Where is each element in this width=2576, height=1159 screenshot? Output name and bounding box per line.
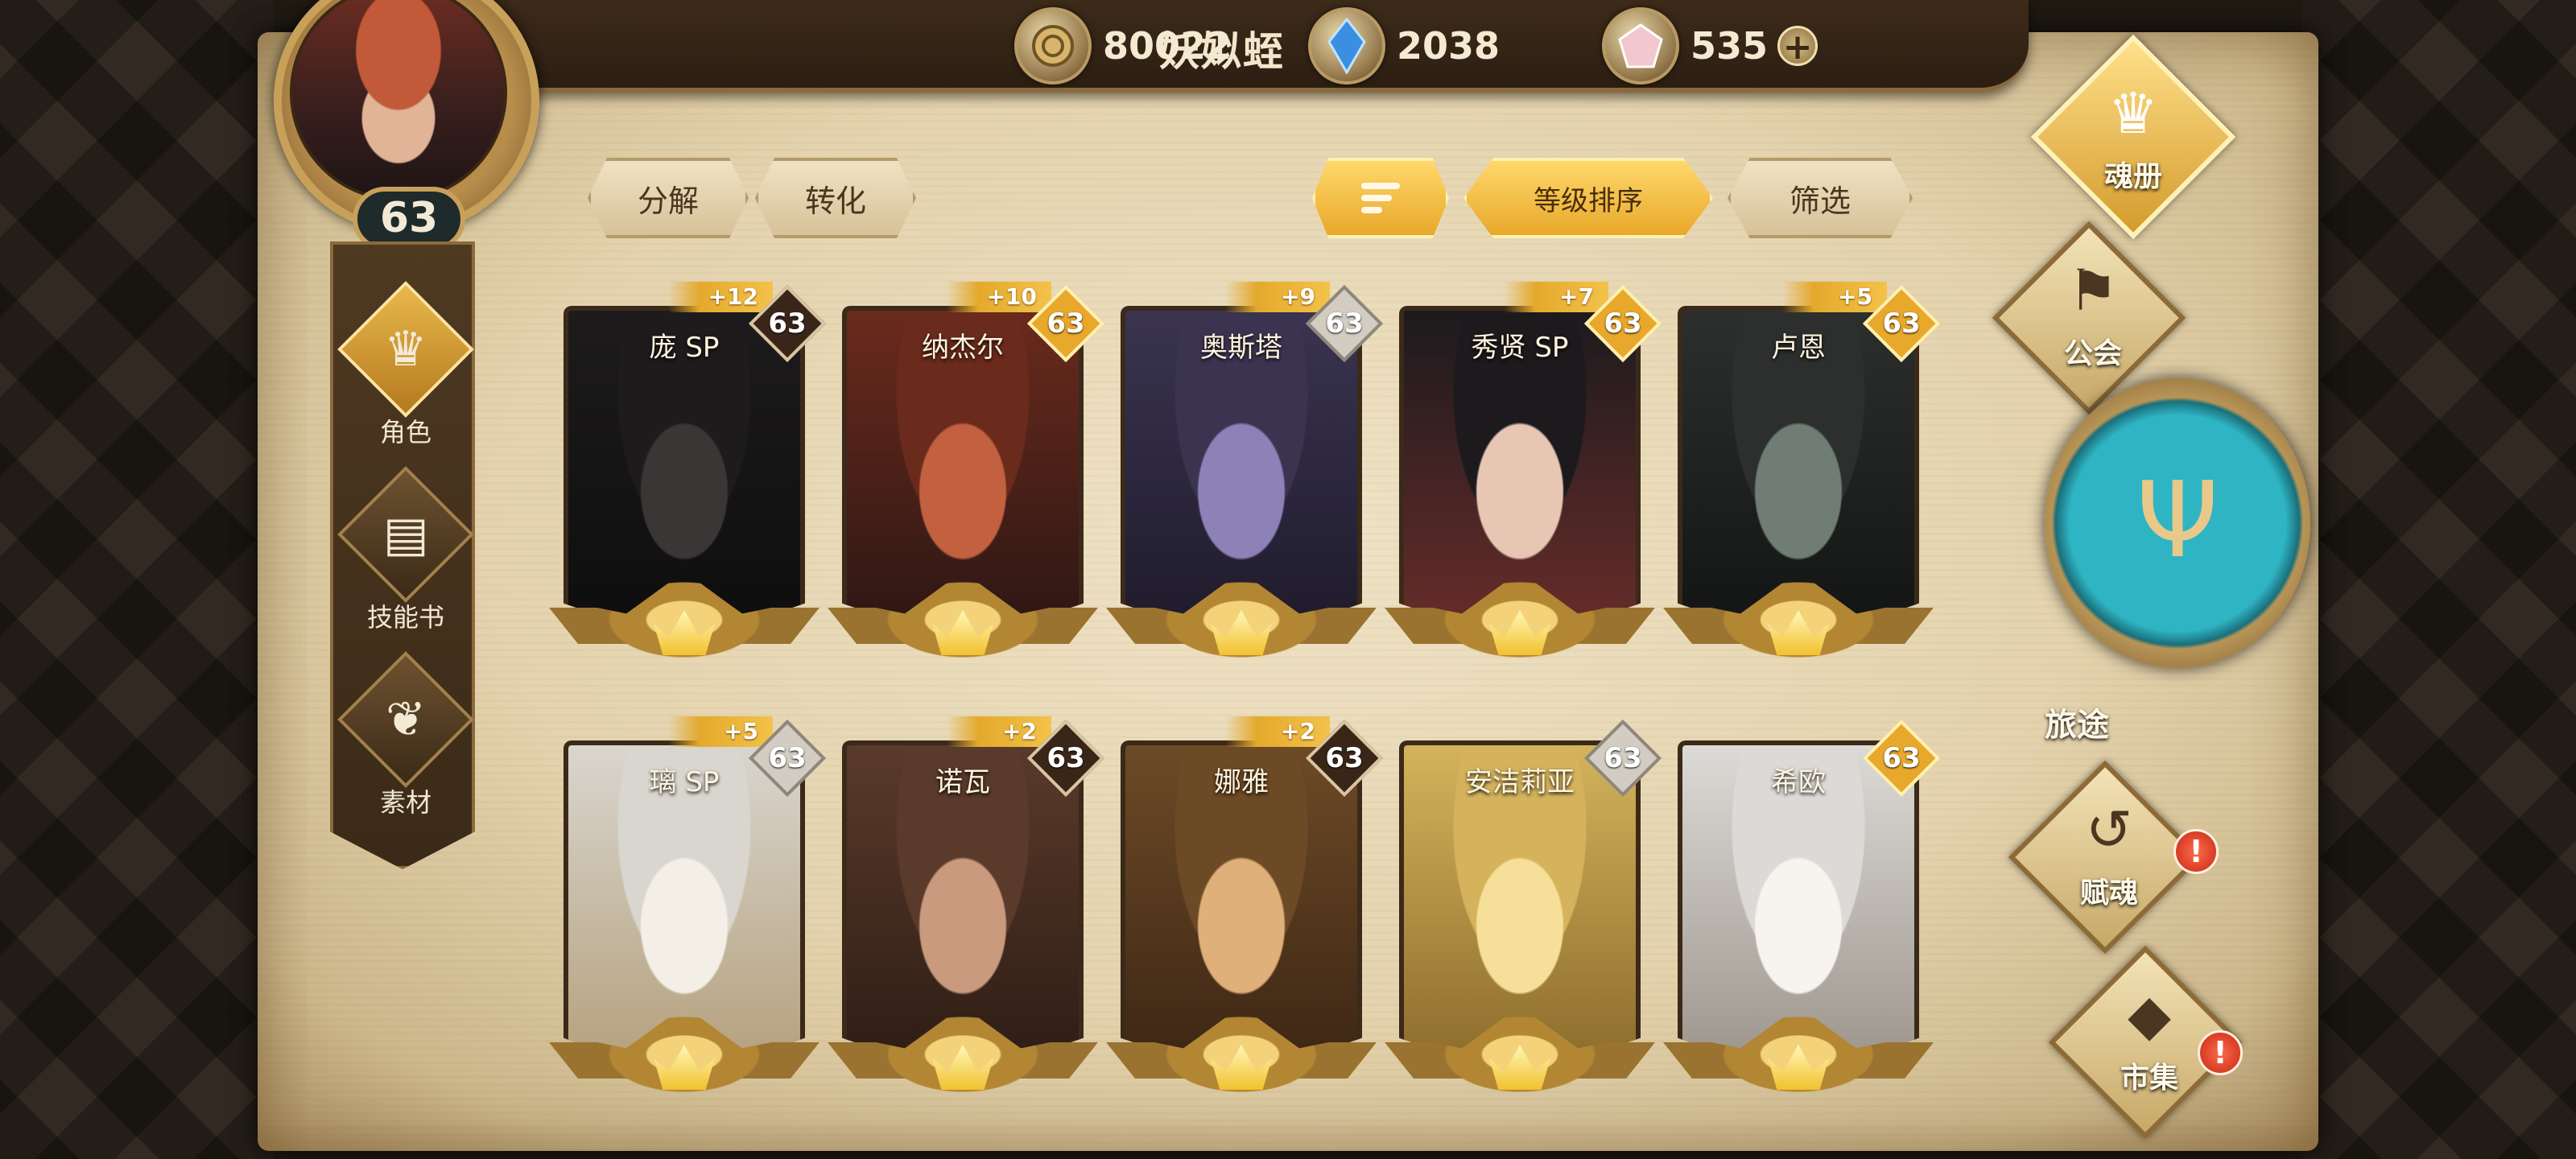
skill-book-icon: ▤ bbox=[337, 466, 474, 603]
nav-label-material: 素材 bbox=[379, 787, 431, 818]
soul-book-label: 魂册 bbox=[2103, 160, 2162, 193]
character-card[interactable]: 娜雅 +2 63 bbox=[1096, 716, 1386, 1127]
character-level-badge: 63 bbox=[1587, 723, 1658, 794]
market-alert-icon: ! bbox=[2198, 1030, 2243, 1075]
guild-label: 公会 bbox=[2063, 337, 2122, 370]
character-level-badge: 63 bbox=[1309, 723, 1380, 794]
character-level: 63 bbox=[768, 307, 807, 340]
character-level-badge: 63 bbox=[1866, 288, 1937, 359]
character-card[interactable]: 庞 SP +12 63 bbox=[539, 282, 829, 692]
character-card[interactable]: 希欧 63 bbox=[1653, 740, 1943, 1127]
add-gem-button[interactable]: + bbox=[1777, 26, 1818, 67]
soul-book-icon: ♛ bbox=[2107, 80, 2159, 146]
material-icon: ❦ bbox=[337, 651, 474, 788]
decompose-button[interactable]: 分解 bbox=[588, 158, 749, 238]
soul-book-menu-button[interactable]: ♛ 魂册 bbox=[2029, 34, 2238, 240]
market-menu-button[interactable]: ◆ 市集 ! bbox=[2037, 945, 2262, 1140]
character-card[interactable]: 奥斯塔 +9 63 bbox=[1096, 282, 1386, 692]
character-level: 63 bbox=[1882, 307, 1921, 340]
trident-icon: Ψ bbox=[2136, 459, 2219, 581]
character-level: 63 bbox=[1046, 307, 1085, 340]
character-level-badge: 63 bbox=[752, 288, 823, 359]
character-level-badge: 63 bbox=[1866, 723, 1937, 794]
character-card[interactable]: 安洁莉亚 63 bbox=[1375, 740, 1665, 1127]
character-level: 63 bbox=[1604, 742, 1642, 774]
pink-gem-icon bbox=[1602, 7, 1679, 85]
character-card[interactable]: 诺瓦 +2 63 bbox=[818, 716, 1108, 1127]
sort-icon bbox=[1361, 183, 1400, 213]
character-level-badge: 63 bbox=[1309, 288, 1380, 359]
left-frame-decoration bbox=[0, 0, 274, 1159]
convert-button[interactable]: 转化 bbox=[755, 158, 916, 238]
journey-label: 旅途 bbox=[2045, 707, 2109, 744]
character-level: 63 bbox=[1046, 742, 1085, 774]
gold-coin-icon bbox=[1014, 7, 1092, 85]
top-bar: 妖姒蛭 80022 2038 535 + bbox=[451, 0, 2029, 93]
character-level: 63 bbox=[1325, 742, 1364, 774]
player-avatar[interactable]: 63 bbox=[259, 0, 557, 258]
bestow-soul-label: 赋魂 bbox=[2079, 876, 2138, 909]
sort-order-button[interactable] bbox=[1312, 158, 1449, 238]
blue-crystal-icon bbox=[1308, 7, 1385, 85]
sort-by-level-button[interactable]: 等级排序 bbox=[1463, 158, 1713, 238]
nav-label-character: 角色 bbox=[379, 417, 431, 448]
gold-amount: 80022 bbox=[1103, 24, 1232, 68]
nav-item-character[interactable]: ♛ 角色 bbox=[337, 281, 474, 449]
character-level: 63 bbox=[1604, 307, 1642, 340]
character-card[interactable]: 卢恩 +5 63 bbox=[1653, 282, 1943, 692]
character-level: 63 bbox=[1882, 742, 1921, 774]
character-card[interactable]: 璃 SP +5 63 bbox=[539, 716, 829, 1127]
character-level-badge: 63 bbox=[752, 723, 823, 794]
bestow-soul-alert-icon: ! bbox=[2174, 829, 2219, 874]
guild-icon: ⚑ bbox=[2067, 258, 2119, 324]
crystal-amount: 2038 bbox=[1397, 24, 1501, 68]
character-level-badge: 63 bbox=[1587, 288, 1658, 359]
left-category-nav: ♛ 角色 ▤ 技能书 ❦ 素材 bbox=[330, 241, 475, 869]
nav-item-skill-book[interactable]: ▤ 技能书 bbox=[337, 466, 474, 634]
character-icon: ♛ bbox=[337, 281, 474, 418]
currency-gold: 80022 bbox=[1014, 7, 1232, 85]
journey-button[interactable]: Ψ 旅途 bbox=[2045, 378, 2310, 749]
character-card[interactable]: 纳杰尔 +10 63 bbox=[818, 282, 1108, 692]
character-card[interactable]: 秀贤 SP +7 63 bbox=[1375, 282, 1665, 692]
nav-item-material[interactable]: ❦ 素材 bbox=[337, 651, 474, 819]
character-level: 63 bbox=[1325, 307, 1364, 340]
currency-gem: 535 + bbox=[1602, 7, 1818, 85]
filter-button[interactable]: 筛选 bbox=[1728, 158, 1913, 238]
character-level: 63 bbox=[768, 742, 807, 774]
bestow-soul-menu-button[interactable]: ↺ 赋魂 ! bbox=[1996, 760, 2222, 955]
character-level-badge: 63 bbox=[1030, 288, 1101, 359]
right-frame-decoration bbox=[2302, 0, 2576, 1159]
nav-label-skill-book: 技能书 bbox=[366, 602, 444, 633]
character-level-badge: 63 bbox=[1030, 723, 1101, 794]
currency-crystal: 2038 bbox=[1308, 7, 1501, 85]
gem-amount: 535 bbox=[1690, 24, 1769, 68]
